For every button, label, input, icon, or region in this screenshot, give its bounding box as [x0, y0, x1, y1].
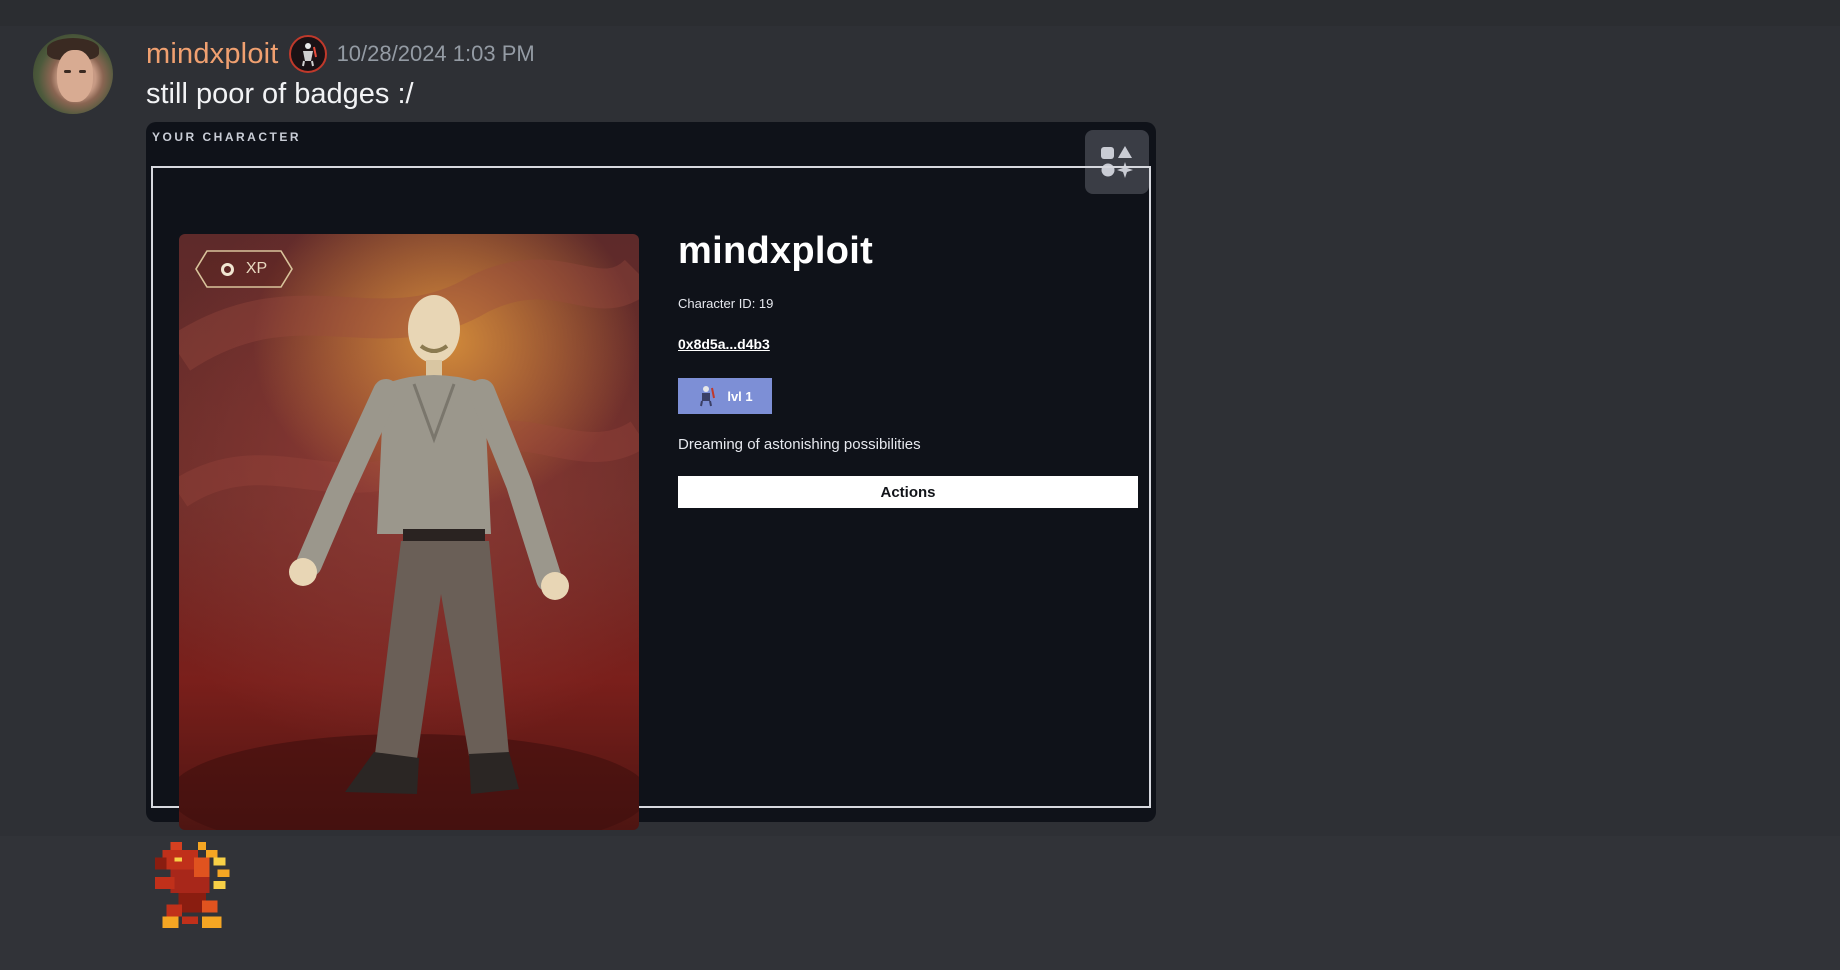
- character-id: Character ID: 19: [678, 296, 774, 311]
- level-label: lvl 1: [727, 388, 753, 404]
- character-status: Dreaming of astonishing possibilities: [678, 436, 921, 453]
- user-avatar[interactable]: [33, 34, 113, 114]
- character-portrait: XP: [179, 234, 639, 830]
- actions-button[interactable]: Actions: [678, 476, 1138, 508]
- character-role-icon[interactable]: [288, 35, 327, 73]
- username[interactable]: mindxploit: [146, 38, 279, 71]
- embed-label: YOUR CHARACTER: [152, 130, 301, 144]
- xp-label: XP: [245, 260, 268, 277]
- message-header: mindxploit 10/28/2024 1:03 PM: [146, 34, 535, 74]
- avatar-face: [57, 50, 93, 102]
- xp-progress-icon: [220, 262, 234, 276]
- top-strip: [0, 0, 1840, 26]
- character-illustration: [179, 258, 639, 830]
- character-level-icon: [700, 386, 716, 407]
- wallet-address-link[interactable]: 0x8d5a...d4b3: [678, 336, 770, 352]
- avatar-eye: [64, 70, 71, 73]
- character-card: XP mindxploit Character ID: 19 0x8d5a...…: [151, 166, 1151, 830]
- dragon-sticker[interactable]: [146, 838, 242, 936]
- character-name: mindxploit: [678, 230, 874, 272]
- avatar-eye: [79, 70, 86, 73]
- message-timestamp: 10/28/2024 1:03 PM: [336, 41, 535, 66]
- character-embed: YOUR CHARACTER XP mindxploit Character I…: [146, 122, 1156, 830]
- message-content: still poor of badges :/: [146, 78, 414, 110]
- level-chip: lvl 1: [678, 378, 772, 414]
- xp-badge: XP: [195, 250, 293, 288]
